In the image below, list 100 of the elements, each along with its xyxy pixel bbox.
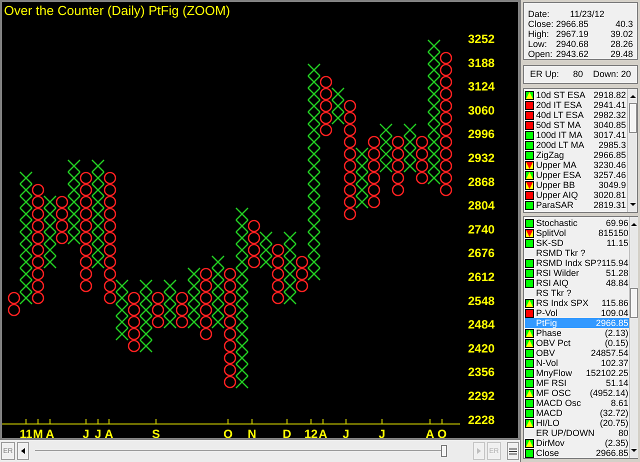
scroll-down-icon[interactable]: [631, 447, 638, 455]
x-axis-label: J: [82, 427, 90, 438]
x-axis-label: O: [223, 427, 233, 438]
indicator-row[interactable]: Upper MA 3230.46: [525, 160, 627, 170]
vertical-scrollbar[interactable]: [627, 89, 637, 212]
indicator-row[interactable]: RS Indx SPX 115.86: [525, 298, 630, 308]
chart-title: Over the Counter (Daily) PtFig (ZOOM): [4, 4, 230, 17]
indicator-row[interactable]: SK-SD 11.15: [525, 238, 630, 248]
quote-value: 2940.68: [556, 39, 589, 49]
indicator-row[interactable]: Upper AIQ 3020.81: [525, 190, 627, 200]
indicator-row[interactable]: HI/LO (20.75): [525, 418, 630, 428]
x-axis-label: O: [437, 427, 447, 438]
x-axis-label: S: [152, 427, 160, 438]
indicator-row[interactable]: 100d IT MA 3017.41: [525, 130, 627, 140]
x-axis-label: J: [378, 427, 386, 438]
indicator-row[interactable]: 200d LT MA 2985.3: [525, 140, 627, 150]
indicator-row[interactable]: ER UP/DOWN 80: [525, 428, 630, 438]
x-axis-label: M: [33, 427, 43, 438]
y-axis-label: 2292: [468, 389, 495, 403]
indicator-row[interactable]: ZigZag 2966.85: [525, 150, 627, 160]
vertical-scrollbar[interactable]: [629, 217, 638, 458]
left-arrow-icon: [21, 448, 25, 454]
quote-label: Low:: [528, 39, 548, 49]
y-axis-label: 2356: [468, 365, 495, 380]
y-axis-label: 2548: [468, 294, 495, 308]
scroll-left-button[interactable]: [17, 442, 29, 460]
er-down-value: 20: [620, 70, 631, 80]
y-axis-label: 3124: [468, 80, 495, 94]
er-down-label: Down:: [593, 70, 619, 80]
indicator-row[interactable]: RSI Wilder 51.28: [525, 268, 630, 278]
indicator-row[interactable]: SplitVol 815150: [525, 228, 630, 238]
indicator-row[interactable]: DirMov (2.35): [525, 438, 630, 448]
date-value: 11/23/12: [570, 9, 604, 19]
er-up-label: ER Up:: [530, 70, 560, 80]
y-axis-label: 3188: [468, 56, 495, 70]
y-axis-label: 3060: [468, 103, 495, 118]
scroll-up-icon[interactable]: [631, 220, 638, 228]
x-axis-label: A: [104, 427, 114, 438]
indicator-row[interactable]: N-Vol 102.37: [525, 358, 630, 368]
indicator-row[interactable]: RSMD Indx SP?115.94: [525, 258, 630, 268]
quote-change: 40.3: [615, 19, 633, 29]
quote-value: 2967.19: [556, 29, 589, 39]
x-axis-label: N: [248, 427, 256, 438]
x-axis-label: A: [426, 427, 434, 438]
quote-change: 28.26: [610, 39, 633, 49]
quote-label: Close:: [528, 19, 555, 29]
y-axis-label: 2676: [468, 246, 495, 260]
indicator-row[interactable]: 10d ST ESA 2918.82: [525, 90, 627, 100]
indicator-row[interactable]: MACD (32.72): [525, 408, 630, 418]
quote-change: 39.02: [610, 29, 633, 39]
y-axis-label: 2612: [468, 270, 495, 284]
y-axis-label: 2420: [468, 341, 495, 356]
quote-change: 29.48: [610, 49, 633, 59]
indicator-row[interactable]: MnyFlow 152102.25: [525, 368, 630, 378]
x-axis-label: J: [94, 427, 102, 438]
quote-label: Open:: [528, 49, 554, 59]
y-axis-label: 2228: [468, 412, 495, 427]
date-label: Date:: [528, 9, 551, 19]
indicator-row[interactable]: Upper ESA 3257.46: [525, 170, 627, 180]
y-axis-label: 3252: [468, 32, 495, 46]
er-up-value: 80: [573, 70, 584, 80]
quote-value: 2943.62: [556, 49, 589, 59]
scroll-thumb[interactable]: [628, 103, 636, 134]
indicator-row[interactable]: 50d ST MA 3040.85: [525, 120, 627, 130]
x-axis-label: 11: [20, 427, 32, 438]
x-axis-label: D: [282, 427, 292, 438]
indicator-row[interactable]: Stochastic 69.96: [525, 218, 630, 228]
indicator-row[interactable]: OBV 24857.54: [525, 348, 630, 358]
scroll-thumb[interactable]: [630, 288, 638, 318]
quote-label: High:: [528, 29, 550, 39]
scroll-up-icon[interactable]: [630, 92, 636, 100]
indicator-row[interactable]: RSMD Tkr ?: [525, 248, 630, 258]
y-axis-label: 2932: [468, 151, 495, 165]
x-axis-label: A: [318, 427, 328, 438]
x-axis-label: J: [342, 427, 350, 438]
y-axis-label: 2804: [468, 198, 495, 213]
indicator-row[interactable]: MF OSC (4952.14): [525, 388, 630, 398]
indicator-row[interactable]: 20d IT ESA 2941.41: [525, 100, 627, 110]
x-axis-label: 12: [304, 427, 318, 438]
indicator-row[interactable]: 40d LT ESA 2982.32: [525, 110, 627, 120]
scroll-down-icon[interactable]: [630, 201, 636, 209]
scroll-thumb[interactable]: [441, 445, 447, 457]
y-axis-label: 2740: [468, 222, 495, 236]
menu-button[interactable]: [507, 442, 519, 460]
indicator-row[interactable]: RS Tkr ?: [525, 288, 630, 298]
right-arrow-icon: [477, 448, 481, 454]
x-axis-label: A: [46, 427, 54, 438]
indicator-row[interactable]: OBV Pct (0.15): [525, 338, 630, 348]
indicator-row[interactable]: MF RSI 51.14: [525, 378, 630, 388]
y-axis-label: 2996: [468, 127, 495, 142]
y-axis-label: 2484: [468, 318, 495, 332]
indicator-row[interactable]: RSI AIQ 48.84: [525, 278, 630, 288]
indicator-row[interactable]: Close 2966.85: [525, 448, 630, 458]
indicator-row[interactable]: Phase (2.13): [525, 328, 630, 338]
y-axis-label: 2868: [468, 174, 495, 189]
indicator-row[interactable]: P-Vol 109.04: [525, 308, 630, 318]
indicator-row[interactable]: ParaSAR 2819.31: [525, 200, 627, 210]
quote-value: 2966.85: [556, 19, 589, 29]
indicator-row[interactable]: Upper BB 3049.9: [525, 180, 627, 190]
indicator-row[interactable]: MACD Osc 8.61: [525, 398, 630, 408]
